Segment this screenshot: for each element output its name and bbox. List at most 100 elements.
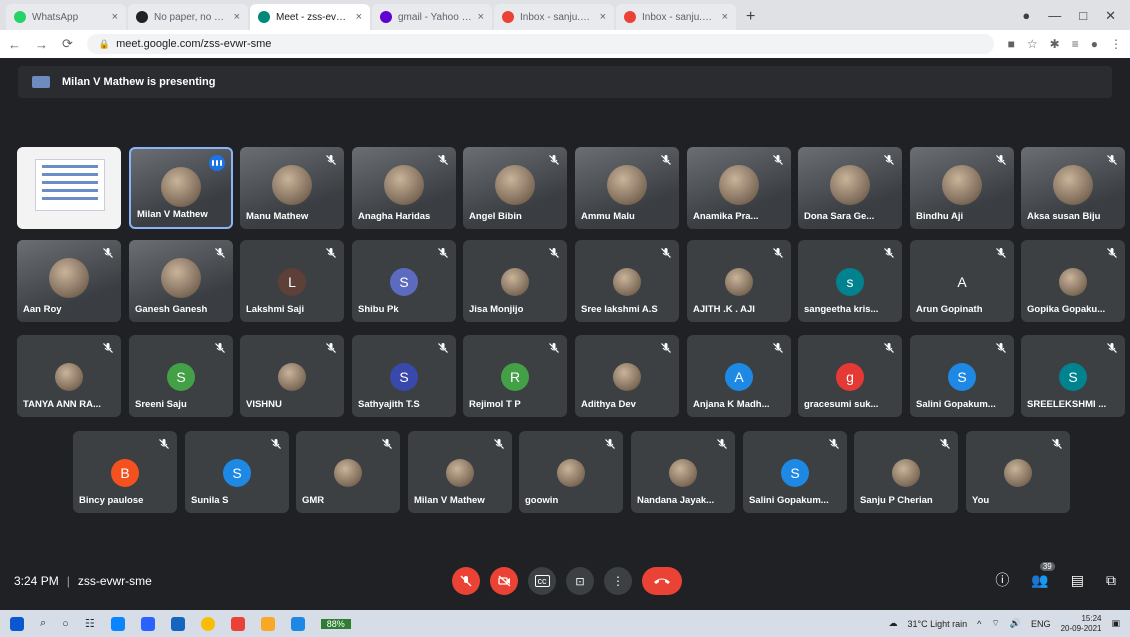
participant-tile[interactable]: S Salini Gopakum... <box>910 335 1014 417</box>
forward-icon[interactable]: → <box>35 37 48 52</box>
menu-list-icon[interactable]: ≡ <box>1072 37 1079 51</box>
participant-tile[interactable]: R Rejimol T P <box>463 335 567 417</box>
camera-permission-icon[interactable]: ■ <box>1008 37 1015 51</box>
participant-tile[interactable]: Ganesh Ganesh <box>129 240 233 322</box>
participant-tile[interactable]: S Salini Gopakum... <box>743 431 847 513</box>
bookmark-star-icon[interactable]: ☆ <box>1027 37 1038 51</box>
captions-button[interactable]: cc <box>528 567 556 595</box>
participant-tile[interactable]: Jisa Monjijo <box>463 240 567 322</box>
activities-button[interactable]: ⧉ <box>1106 572 1116 589</box>
browser-menu-icon[interactable]: ⋮ <box>1110 37 1122 51</box>
participant-tile[interactable]: Anagha Haridas <box>352 147 456 229</box>
participant-name: GMR <box>302 495 325 506</box>
mail-icon[interactable] <box>290 616 305 631</box>
weather-text[interactable]: 31°C Light rain <box>907 619 967 629</box>
participant-tile[interactable]: S Sunila S <box>185 431 289 513</box>
close-window-icon[interactable]: ✕ <box>1105 8 1116 24</box>
participant-tile[interactable]: Gopika Gopaku... <box>1021 240 1125 322</box>
participant-tile[interactable]: Bindhu Aji <box>910 147 1014 229</box>
participant-tile[interactable]: GMR <box>296 431 400 513</box>
participant-tile[interactable]: S Sathyajith T.S <box>352 335 456 417</box>
participant-tile[interactable]: A Arun Gopinath <box>910 240 1014 322</box>
participant-tile[interactable]: TANYA ANN RA... <box>17 335 121 417</box>
maximize-icon[interactable]: □ <box>1079 8 1087 24</box>
widgets-icon[interactable]: ☷ <box>85 617 95 630</box>
chevron-up-icon[interactable]: ^ <box>977 619 981 629</box>
participant-tile[interactable]: s sangeetha kris... <box>798 240 902 322</box>
browser-tab[interactable]: Meet - zss-evwr-sme × <box>250 4 370 30</box>
mic-off-icon <box>325 246 337 258</box>
volume-icon[interactable]: 🔊 <box>1010 618 1021 629</box>
edge-icon[interactable] <box>110 616 125 631</box>
profile-avatar-icon[interactable]: ● <box>1091 37 1098 51</box>
participant-tile[interactable]: Aan Roy <box>17 240 121 322</box>
more-options-button[interactable]: ⋮ <box>604 567 632 595</box>
store-icon[interactable] <box>140 616 155 631</box>
chrome-icon[interactable] <box>200 616 215 631</box>
new-tab-button[interactable]: + <box>738 8 763 30</box>
participant-tile[interactable]: S Sreeni Saju <box>129 335 233 417</box>
tab-close-icon[interactable]: × <box>112 11 118 23</box>
participant-tile[interactable]: VISHNU <box>240 335 344 417</box>
minimize-icon[interactable]: — <box>1048 8 1061 24</box>
browser-tab[interactable]: Inbox - sanju.p@saintgits... × <box>616 4 736 30</box>
tab-close-icon[interactable]: × <box>356 11 362 23</box>
participant-tile[interactable]: Dona Sara Ge... <box>798 147 902 229</box>
participant-tile[interactable]: Manu Mathew <box>240 147 344 229</box>
participant-tile[interactable]: S Shibu Pk <box>352 240 456 322</box>
participant-tile[interactable]: goowin <box>519 431 623 513</box>
notification-icon[interactable]: ▣ <box>1111 618 1120 629</box>
participant-tile[interactable]: Anamika Pra... <box>687 147 791 229</box>
browser-tab[interactable]: WhatsApp × <box>6 4 126 30</box>
extensions-icon[interactable]: ✱ <box>1050 37 1060 51</box>
app-icon[interactable] <box>170 616 185 631</box>
mic-off-icon <box>716 437 728 449</box>
reload-icon[interactable]: ⟳ <box>62 36 73 52</box>
tab-close-icon[interactable]: × <box>234 11 240 23</box>
leave-call-button[interactable] <box>642 567 682 595</box>
windows-start-icon[interactable] <box>10 616 24 631</box>
participant-tile[interactable]: A Anjana K Madh... <box>687 335 791 417</box>
browser-tab[interactable]: gmail - Yahoo India Search × <box>372 4 492 30</box>
url-field[interactable]: 🔒 meet.google.com/zss-evwr-sme <box>86 34 994 54</box>
tab-close-icon[interactable]: × <box>600 11 606 23</box>
task-view-icon[interactable]: ○ <box>62 618 69 630</box>
participant-name: AJITH .K . AJI <box>693 304 755 315</box>
browser-tab[interactable]: Inbox - sanju.p@saintgits... × <box>494 4 614 30</box>
participant-tile[interactable]: g gracesumi suk... <box>798 335 902 417</box>
participant-tile[interactable]: L Lakshmi Saji <box>240 240 344 322</box>
search-icon[interactable]: ⌕ <box>40 617 46 630</box>
presentation-tile[interactable] <box>17 147 121 229</box>
participant-tile[interactable]: AJITH .K . AJI <box>687 240 791 322</box>
participant-tile[interactable]: B Bincy paulose <box>73 431 177 513</box>
network-icon[interactable]: ⌔ <box>991 618 999 629</box>
back-icon[interactable]: ← <box>8 37 21 52</box>
clock[interactable]: 15:24 20-09-2021 <box>1061 614 1102 634</box>
participant-tile[interactable]: S SREELEKSHMI ... <box>1021 335 1125 417</box>
camera-toggle-button[interactable] <box>490 567 518 595</box>
mic-toggle-button[interactable] <box>452 567 480 595</box>
browser-tab[interactable]: No paper, no FAQ? India n... × <box>128 4 248 30</box>
present-button[interactable]: ⊡ <box>566 567 594 595</box>
tab-close-icon[interactable]: × <box>478 11 484 23</box>
meeting-details-button[interactable]: ⓘ <box>995 570 1009 590</box>
chat-button[interactable]: ▤ <box>1071 572 1084 589</box>
participant-tile[interactable]: Ammu Malu <box>575 147 679 229</box>
participant-tile[interactable]: Sanju P Cherian <box>854 431 958 513</box>
lang-indicator[interactable]: ENG <box>1031 619 1051 629</box>
file-explorer-icon[interactable] <box>260 616 275 631</box>
participant-tile[interactable]: Aksa susan Biju <box>1021 147 1125 229</box>
avatar <box>613 268 641 296</box>
participant-tile[interactable]: Nandana Jayak... <box>631 431 735 513</box>
people-button[interactable]: 👥 39 <box>1031 561 1055 589</box>
participant-tile[interactable]: Sree lakshmi A.S <box>575 240 679 322</box>
participant-tile[interactable]: Adithya Dev <box>575 335 679 417</box>
profile-dot-icon[interactable]: ● <box>1022 8 1030 24</box>
participant-tile[interactable]: Milan V Mathew <box>129 147 233 229</box>
participant-tile[interactable]: You <box>966 431 1070 513</box>
participant-tile[interactable]: Angel Bibin <box>463 147 567 229</box>
tab-close-icon[interactable]: × <box>722 11 728 23</box>
participant-tile[interactable]: Milan V Mathew <box>408 431 512 513</box>
office-icon[interactable] <box>230 616 245 631</box>
video-feed <box>830 165 870 205</box>
